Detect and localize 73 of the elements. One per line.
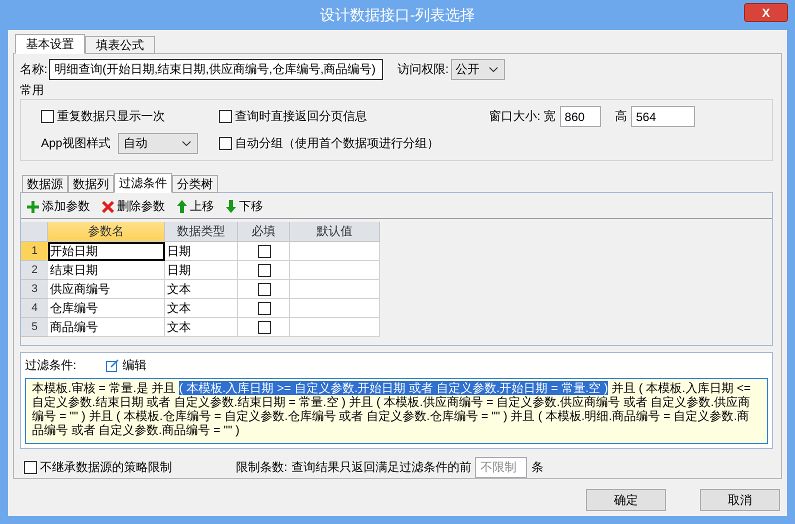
unit-label: 条	[531, 459, 544, 476]
table-cell[interactable]: 文本	[165, 299, 238, 318]
column-header[interactable]: 默认值	[290, 222, 380, 242]
filter-expression[interactable]: 本模板.审核 = 常量.是 并且 ( 本模板.入库日期 >= 自定义参数.开始日期 或者 自定义参数.开始日期 = 常量.空 ) 并且 ( 本模板.入库日期 <= 自定义参数.结束日期 或者 自定义参数.结束日期 = 常量.空 ) 并且 ( 本模板.供应商编号 = 自定义参数.供应商编号 或者 自定义参数.供应商编号 = "" ) 并且 ( 本模板.仓库编号 = 自定义参数.仓库编号 或者 自定义参数.仓库编号 = "" ) 并且 ( 本模板.明细.商品编号 = 自定义参数.商品编号 或者 自定义参数.商品编号 = "" )	[25, 378, 768, 444]
table-cell[interactable]	[290, 280, 380, 299]
table-cell[interactable]: 商品编号	[48, 318, 165, 337]
field-label: 窗口大小: 宽	[489, 108, 556, 125]
tab[interactable]: 基本设置	[15, 34, 85, 54]
caret-icon	[182, 141, 192, 146]
toolbar-button[interactable]: 添加参数	[27, 198, 90, 215]
field-label: 访问权限:	[397, 61, 449, 78]
limit-field[interactable]: 不限制	[475, 457, 528, 478]
corner-cell	[21, 222, 48, 242]
tab[interactable]: 填表公式	[85, 36, 155, 54]
window-title: 设计数据接口-列表选择	[320, 6, 475, 24]
table-cell[interactable]	[290, 261, 380, 280]
checkbox[interactable]	[258, 320, 271, 334]
edit-icon	[106, 359, 120, 372]
checkbox[interactable]	[258, 282, 271, 296]
tab[interactable]: 过滤条件	[114, 173, 172, 193]
table-cell[interactable]: 结束日期	[48, 261, 165, 280]
filter-label: 过滤条件:	[25, 357, 76, 374]
tab[interactable]: 分类树	[172, 175, 218, 193]
toolbar-button[interactable]: 下移	[226, 198, 263, 215]
checkbox-option[interactable]: 不继承数据源的策略限制	[24, 459, 172, 476]
group-title: 常用	[20, 82, 44, 99]
arrow-up-icon	[177, 200, 187, 213]
arrow-down-icon	[226, 200, 236, 213]
close-button[interactable]: X	[744, 3, 788, 22]
height-field[interactable]: 564	[631, 106, 695, 127]
table-cell[interactable]: 供应商编号	[48, 280, 165, 299]
view-style-select[interactable]: 自动	[118, 133, 198, 154]
edit-button[interactable]: 编辑	[106, 357, 146, 374]
close-icon	[102, 200, 114, 212]
row-header[interactable]: 4	[21, 299, 48, 318]
caret-icon	[488, 67, 498, 72]
field-label: App视图样式	[41, 135, 110, 152]
tab[interactable]: 数据列	[68, 175, 114, 193]
table-cell[interactable]: 开始日期	[48, 242, 165, 261]
table-cell[interactable]: 仓库编号	[48, 299, 165, 318]
table-cell[interactable]	[290, 318, 380, 337]
toolbar-button[interactable]: 删除参数	[102, 198, 165, 215]
dialog-button[interactable]: 取消	[700, 489, 780, 511]
dialog-button[interactable]: 确定	[586, 489, 666, 511]
plus-icon	[27, 200, 39, 212]
table-cell[interactable]: 日期	[165, 261, 238, 280]
column-header[interactable]: 必填	[238, 222, 290, 242]
row-header[interactable]: 2	[21, 261, 48, 280]
table-cell[interactable]: 日期	[165, 242, 238, 261]
tab[interactable]: 数据源	[22, 175, 68, 193]
field-label: 高	[614, 108, 628, 125]
checkbox[interactable]	[258, 244, 271, 258]
field-label: 限制条数:	[236, 459, 288, 476]
width-field[interactable]: 860	[560, 106, 601, 127]
table-cell[interactable]	[290, 299, 380, 318]
row-header[interactable]: 5	[21, 318, 48, 337]
checkbox-option[interactable]: 查询时直接返回分页信息	[219, 108, 419, 125]
row-header[interactable]: 3	[21, 280, 48, 299]
name-field[interactable]: 明细查询(开始日期,结束日期,供应商编号,仓库编号,商品编号)	[49, 59, 384, 80]
column-header[interactable]: 数据类型	[165, 222, 238, 242]
field-label: 名称:	[20, 61, 48, 78]
limit-hint: 查询结果只返回满足过滤条件的前	[291, 459, 472, 476]
access-select[interactable]: 公开	[450, 59, 505, 80]
checkbox-option[interactable]: 重复数据只显示一次	[41, 108, 219, 125]
checkbox[interactable]	[258, 264, 271, 276]
row-header[interactable]: 1	[21, 242, 48, 261]
column-header[interactable]: 参数名	[48, 222, 165, 242]
table-cell[interactable]	[290, 242, 380, 261]
table-cell[interactable]: 文本	[165, 318, 238, 337]
toolbar-button[interactable]: 上移	[177, 198, 214, 215]
checkbox-option[interactable]: 自动分组（使用首个数据项进行分组）	[219, 135, 711, 152]
table-cell[interactable]: 文本	[165, 280, 238, 299]
checkbox[interactable]	[258, 302, 271, 314]
